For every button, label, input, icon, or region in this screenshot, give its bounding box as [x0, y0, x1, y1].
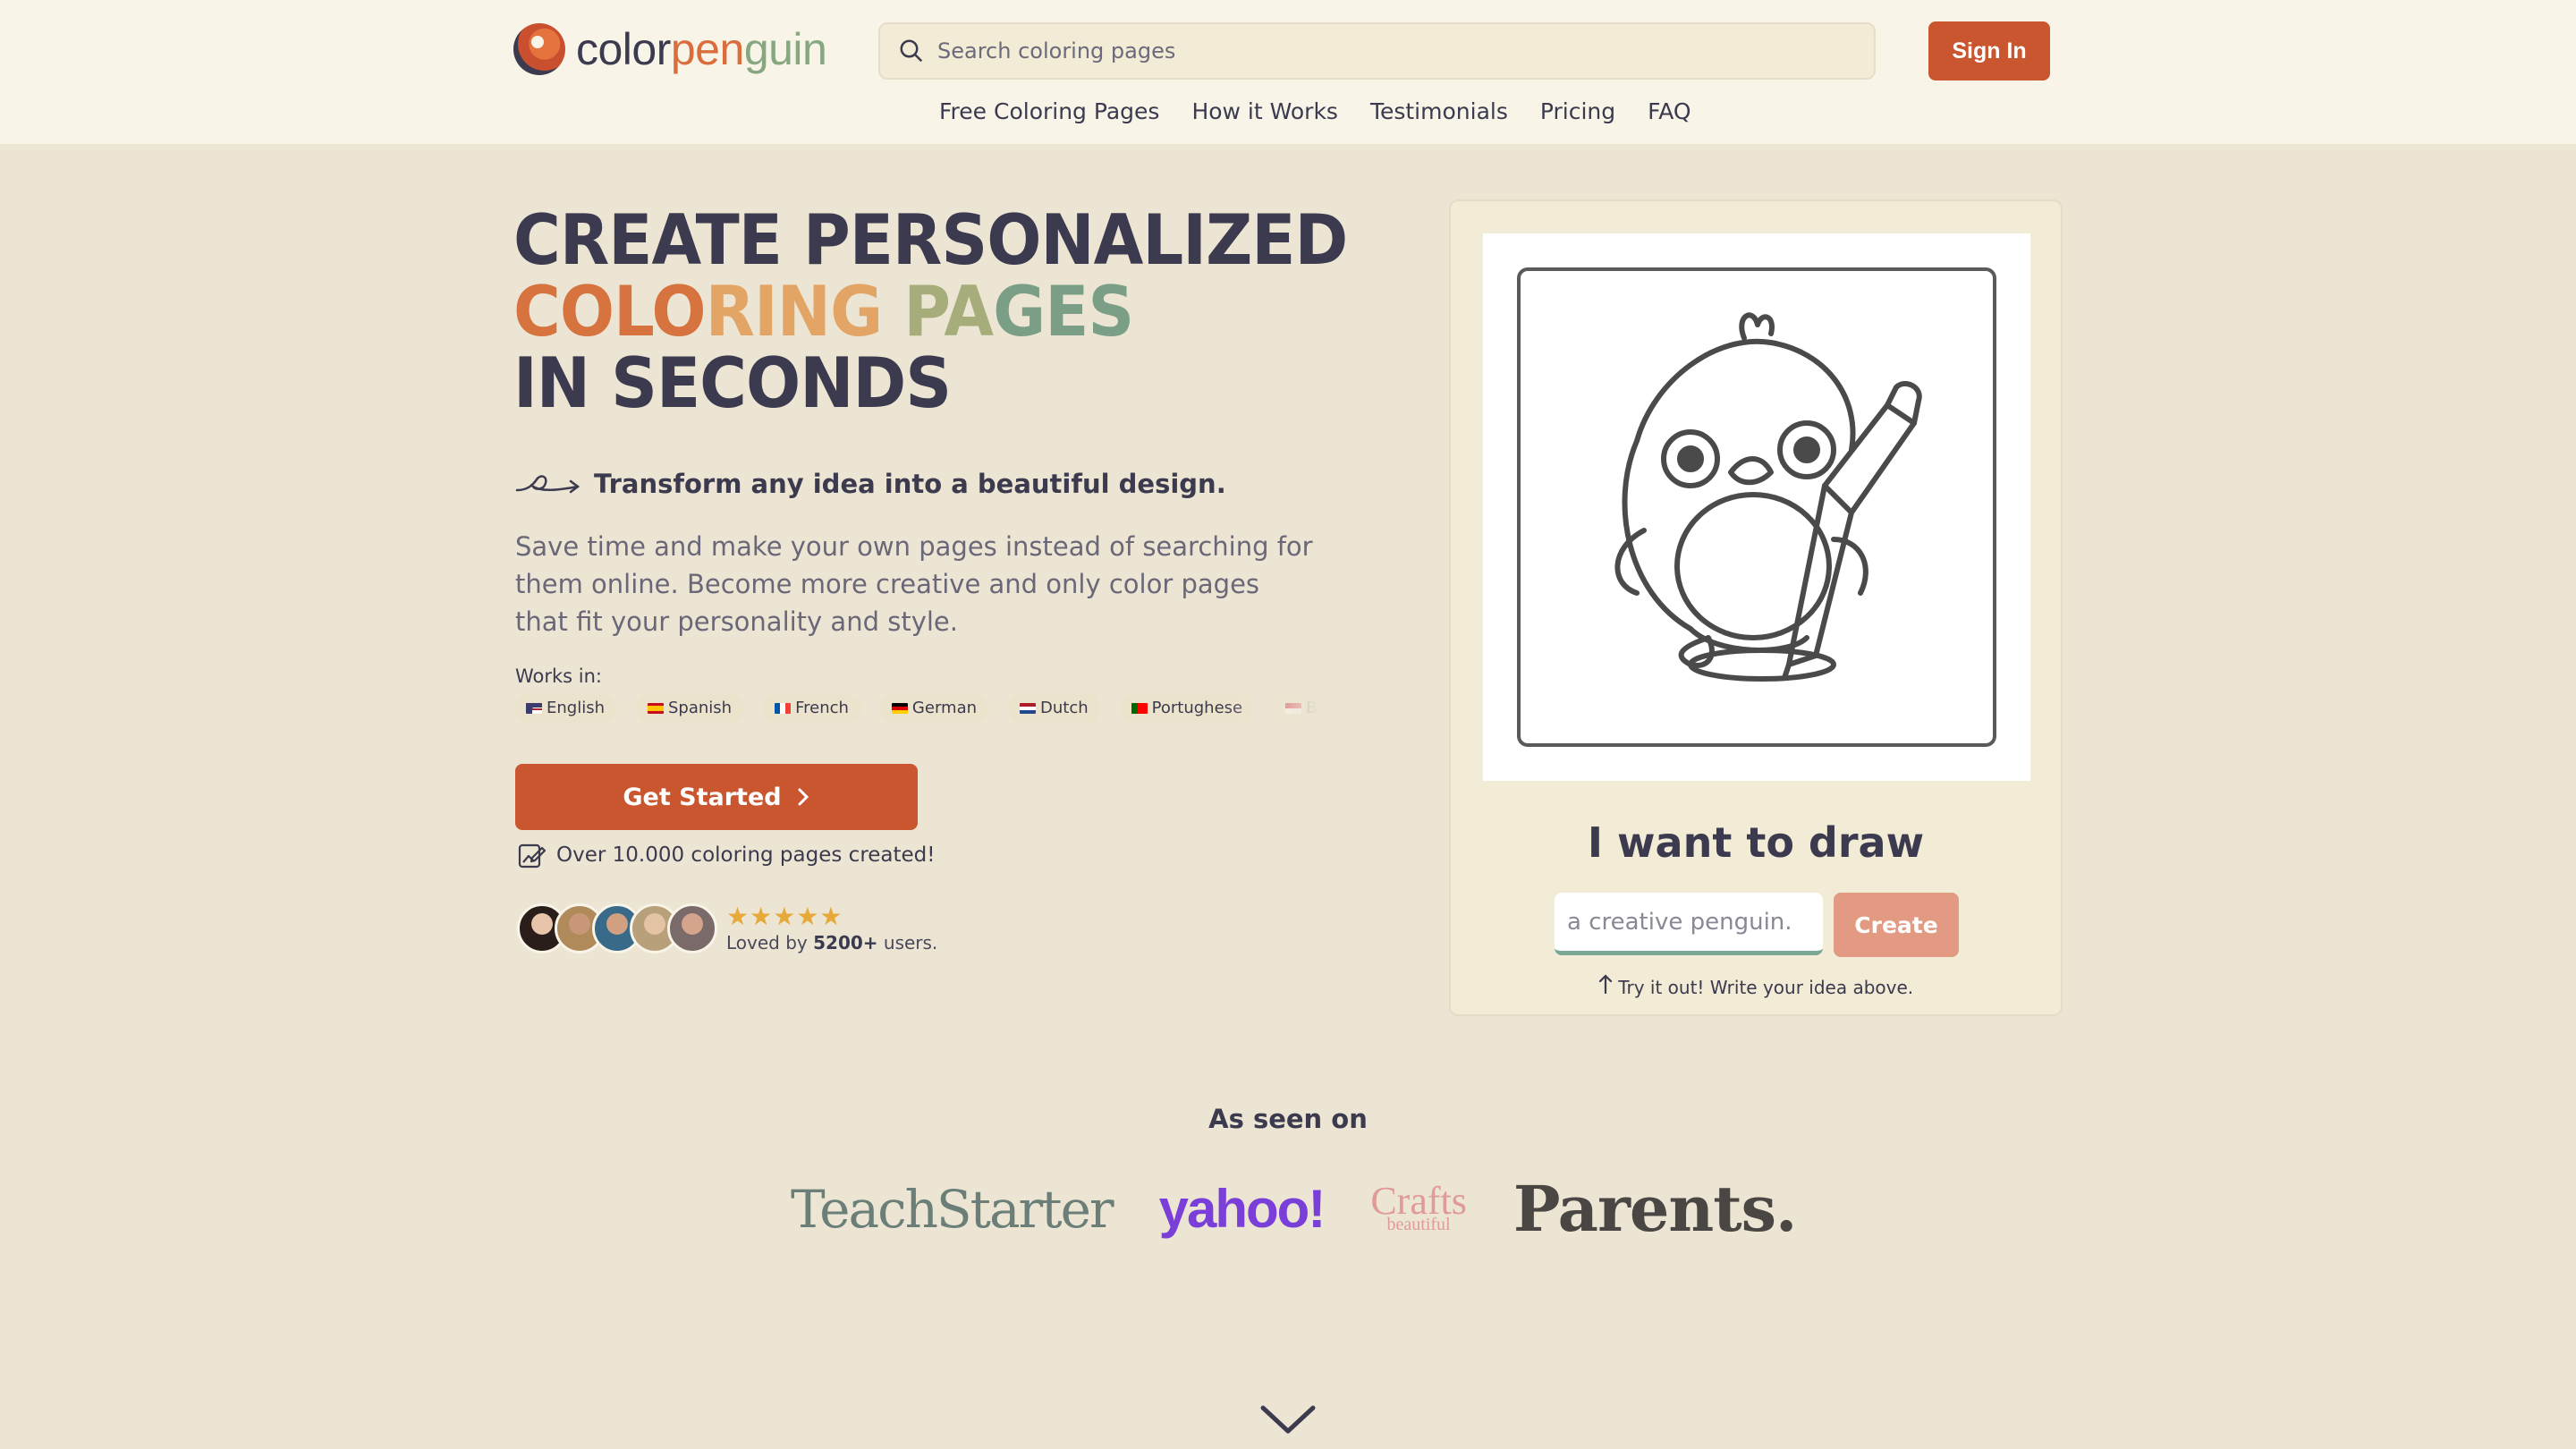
search-bar[interactable]	[878, 22, 1876, 80]
indonesia-flag-icon	[1285, 703, 1302, 714]
rating: ★★★★★ Loved by 5200+ users.	[726, 902, 938, 954]
crafts-beautiful-logo: Crafts beautiful	[1370, 1178, 1467, 1234]
spain-flag-icon	[648, 703, 664, 714]
avatar	[667, 903, 717, 953]
arrow-up-icon	[1598, 974, 1612, 995]
logo[interactable]: colorpenguin	[513, 23, 827, 75]
hero-title: Create personalized Coloring pages in se…	[513, 199, 1348, 424]
language-chip: Dutch	[1007, 694, 1101, 723]
scribble-arrow-icon	[515, 475, 580, 494]
us-flag-icon	[526, 703, 542, 714]
try-it-card: I want to draw Create Try it out! Write …	[1449, 199, 2063, 1016]
loved-by-text: Loved by 5200+ users.	[726, 932, 938, 953]
create-button[interactable]: Create	[1834, 893, 1959, 957]
edit-image-icon	[518, 843, 546, 869]
language-list: English Spanish French German Dutch Port…	[513, 694, 1318, 724]
chevron-right-icon	[798, 788, 809, 806]
pages-created-stat: Over 10.000 coloring pages created!	[517, 841, 936, 869]
hero-description: Save time and make your own pages instea…	[515, 531, 1313, 637]
as-seen-on-title: As seen on	[1208, 1104, 1368, 1134]
card-title: I want to draw	[1587, 818, 1925, 867]
search-input[interactable]	[937, 38, 1832, 64]
france-flag-icon	[775, 703, 792, 714]
germany-flag-icon	[891, 703, 908, 714]
penguin-illustration-icon	[1614, 312, 1922, 682]
nav-faq[interactable]: FAQ	[1648, 98, 1690, 124]
yahoo-logo: yahoo!	[1158, 1179, 1326, 1239]
idea-input[interactable]	[1555, 893, 1823, 955]
nav-how-it-works[interactable]: How it Works	[1191, 98, 1338, 124]
get-started-button[interactable]: Get Started	[515, 764, 918, 830]
language-chip: Spanish	[635, 694, 745, 723]
language-chip: French	[762, 694, 861, 723]
hero-title-line-2: Coloring pages	[513, 270, 1134, 352]
user-avatars	[517, 903, 717, 953]
penguin-logo-icon	[513, 23, 565, 75]
chevron-down-icon[interactable]	[1259, 1404, 1317, 1436]
works-in-label: Works in:	[515, 665, 603, 687]
portugal-flag-icon	[1131, 703, 1148, 714]
logo-text: colorpenguin	[576, 24, 827, 74]
star-rating-icon: ★★★★★	[726, 902, 843, 931]
nav-free-coloring-pages[interactable]: Free Coloring Pages	[939, 98, 1159, 124]
language-chip: Bahasa	[1273, 694, 1318, 723]
site-header: colorpenguin Sign In Free Coloring Pages…	[0, 0, 2576, 146]
netherlands-flag-icon	[1020, 703, 1037, 714]
language-chip: German	[878, 694, 990, 723]
hero-title-line-1: Create personalized	[513, 199, 1348, 281]
try-it-hint: Try it out! Write your idea above.	[1451, 974, 2061, 998]
language-chip: English	[513, 694, 617, 723]
search-icon	[900, 39, 923, 63]
main-nav: Free Coloring Pages How it Works Testimo…	[939, 98, 1691, 124]
tagline: Transform any idea into a beautiful desi…	[515, 469, 1226, 499]
hero-title-line-3: in seconds	[513, 342, 952, 424]
language-chip: Portughese	[1118, 694, 1256, 723]
parents-logo: Parents.	[1513, 1172, 1798, 1246]
nav-testimonials[interactable]: Testimonials	[1370, 98, 1508, 124]
coloring-preview	[1483, 233, 2030, 781]
sign-in-button[interactable]: Sign In	[1928, 21, 2050, 80]
teachstarter-logo: TeachStarter	[791, 1178, 1114, 1240]
press-logos: TeachStarter yahoo! Crafts beautiful Pare…	[791, 1172, 1798, 1246]
preview-frame	[1517, 267, 1996, 747]
nav-pricing[interactable]: Pricing	[1540, 98, 1615, 124]
social-proof: ★★★★★ Loved by 5200+ users.	[517, 903, 937, 953]
